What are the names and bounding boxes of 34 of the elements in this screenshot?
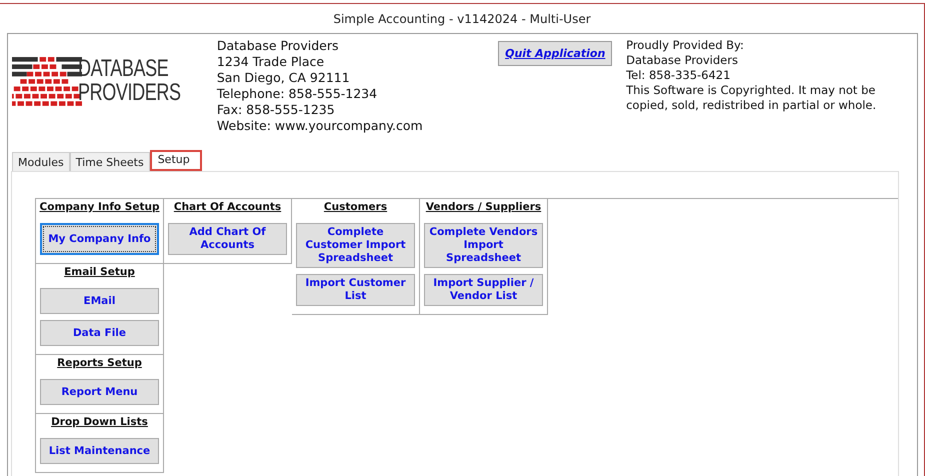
- section-heading: Reports Setup: [57, 357, 142, 369]
- setup-button[interactable]: Import Customer List: [296, 274, 415, 306]
- setup-button[interactable]: List Maintenance: [40, 438, 159, 464]
- section-heading: Company Info Setup: [40, 201, 160, 213]
- company-info-line: Database Providers: [216, 38, 340, 54]
- company-info-line: San Diego, CA 92111: [216, 70, 351, 86]
- setup-button[interactable]: EMail: [40, 288, 159, 314]
- section-heading: Drop Down Lists: [51, 416, 148, 428]
- setup-button[interactable]: Complete Vendors Import Spreadsheet: [424, 223, 543, 268]
- section-heading: Customers: [324, 201, 388, 213]
- setup-button[interactable]: Report Menu: [40, 379, 159, 405]
- setup-button[interactable]: Complete Customer Import Spreadsheet: [296, 223, 415, 268]
- tab[interactable]: Setup: [150, 150, 202, 171]
- logo-text: DATABASE: [78, 57, 170, 81]
- setup-button[interactable]: Data File: [40, 320, 159, 346]
- company-info-line: Telephone: 858-555-1234: [216, 86, 378, 102]
- copyright-notice: This Software is Copyrighted. It may not be copied, sold, redistribed in partial or whole.: [626, 83, 878, 113]
- section-heading: Email Setup: [64, 266, 135, 278]
- setup-button[interactable]: My Company Info: [40, 223, 159, 255]
- company-info-line: Fax: 858-555-1235: [216, 102, 336, 118]
- provider-info-line: Tel: 858-335-6421: [626, 68, 732, 83]
- section-heading: Chart Of Accounts: [174, 201, 282, 213]
- company-info-line: 1234 Trade Place: [216, 54, 326, 70]
- logo-text: PROVIDERS: [78, 81, 181, 105]
- quit-application-button[interactable]: Quit Application: [498, 41, 612, 66]
- tab[interactable]: Modules: [12, 152, 70, 171]
- provider-info-line: Database Providers: [626, 53, 739, 68]
- window-title: Simple Accounting - v1142024 - Multi-User: [333, 12, 591, 26]
- section-heading: Vendors / Suppliers: [426, 201, 542, 213]
- setup-button[interactable]: Add Chart Of Accounts: [168, 223, 287, 255]
- provider-info-line: Proudly Provided By:: [626, 38, 745, 53]
- setup-button[interactable]: Import Supplier / Vendor List: [424, 274, 543, 306]
- company-info-line: Website: www.yourcompany.com: [216, 118, 424, 134]
- tab[interactable]: Time Sheets: [70, 152, 150, 171]
